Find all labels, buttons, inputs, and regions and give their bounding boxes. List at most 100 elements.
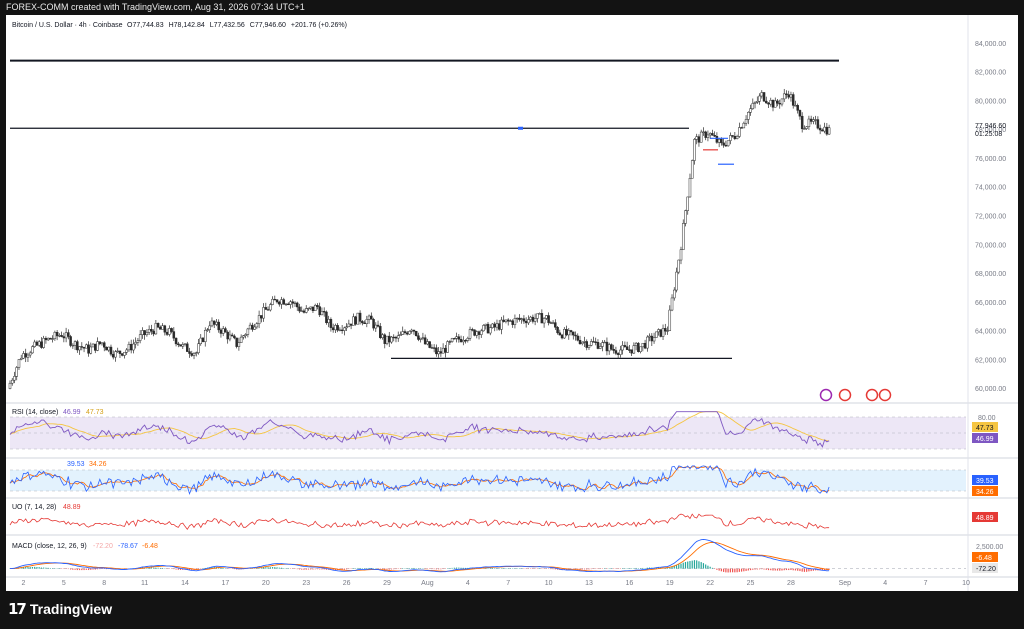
macd-title: MACD (close, 12, 26, 9) [12, 543, 87, 550]
candle-body [156, 323, 160, 328]
candle-body [37, 341, 41, 346]
rsi-badge-1: 47.73 [976, 425, 994, 432]
candle-body [192, 353, 196, 356]
candle-body [10, 379, 14, 384]
candle-body [706, 134, 710, 138]
candle-body [749, 108, 752, 113]
candle-body [731, 135, 734, 137]
macd-histogram-bar [222, 567, 224, 569]
candle-body [300, 310, 303, 312]
candle-body [228, 334, 232, 340]
candle-body [762, 92, 766, 102]
candle-body [282, 299, 286, 305]
macd-histogram-bar [316, 568, 319, 570]
candle-body [163, 325, 167, 333]
price-pane[interactable] [8, 59, 839, 390]
candle-body [264, 307, 268, 310]
chart-canvas[interactable]: 84,000.0082,000.0080,000.0078,000.0076,0… [6, 15, 1018, 591]
candle-body [280, 299, 283, 305]
macd-histogram-bar [458, 567, 460, 569]
candle-body [233, 335, 236, 339]
us-flag-icon-1[interactable] [838, 388, 852, 402]
candle-body [340, 329, 344, 331]
ohlc-open: 77,744.83 [132, 22, 163, 29]
us-flag-icon-3[interactable] [878, 388, 892, 402]
tradingview-brand: TradingView [29, 601, 113, 617]
candle-body [134, 342, 137, 345]
candle-body [558, 332, 562, 336]
candle-body [471, 329, 474, 331]
panel-separators [6, 15, 1018, 591]
candle-body [821, 129, 824, 132]
x-tick-label: 23 [302, 580, 310, 587]
macd-histogram-bar [799, 568, 801, 572]
x-tick-label: 14 [181, 580, 189, 587]
macd-histogram-bar [357, 567, 359, 569]
x-tick-label: 10 [545, 580, 553, 587]
macd-histogram-bar [31, 566, 34, 569]
ohlc-high: 78,142.84 [174, 22, 205, 29]
macd-histogram-bar [453, 567, 455, 569]
macd-histogram-bar [720, 568, 722, 572]
candle-body [794, 105, 797, 107]
candle-body [120, 353, 124, 356]
macd-histogram-bar [758, 568, 761, 570]
candle-body [210, 320, 214, 327]
macd-histogram-bar [87, 568, 90, 571]
crypto-event-icon[interactable] [819, 388, 833, 402]
macd-histogram-bar [785, 568, 788, 571]
candle-body [448, 341, 452, 343]
macd-histogram-bar [455, 567, 458, 569]
candle-body [702, 131, 705, 133]
x-tick-label: 4 [466, 580, 470, 587]
ohlc-low: 77,432.56 [214, 22, 245, 29]
candle-body [13, 376, 16, 381]
macd-histogram-bar [678, 564, 680, 569]
candle-body [174, 337, 178, 345]
candle-body [114, 351, 117, 358]
candle-body [464, 340, 467, 342]
event-icons[interactable] [819, 388, 892, 402]
candle-body [551, 322, 555, 324]
candle-body [201, 337, 205, 342]
macd-histogram-bar [296, 568, 298, 570]
candle-body [735, 136, 739, 139]
us-flag-icon-2[interactable] [865, 388, 879, 402]
macd-histogram-bar [716, 568, 718, 570]
candle-body [181, 344, 185, 347]
macd-histogram-bar [34, 566, 36, 569]
candle-body [322, 311, 326, 313]
candle-body [688, 178, 692, 198]
candle-body [78, 346, 81, 351]
macd-histogram-bar [92, 568, 94, 570]
candle-body [358, 312, 362, 322]
candle-body [773, 100, 777, 108]
candle-body [457, 336, 461, 340]
candle-body [675, 271, 678, 291]
candle-body [549, 322, 553, 324]
candle-body [242, 335, 245, 338]
tradingview-logo[interactable]: 17 TradingView [8, 600, 112, 618]
candle-body [450, 338, 454, 342]
candle-body [8, 382, 12, 389]
candle-body [197, 343, 200, 353]
macd-histogram-bar [806, 568, 808, 572]
candle-body [67, 332, 70, 337]
candle-body [778, 103, 781, 105]
macd-histogram-bar [738, 568, 740, 572]
candle-body [150, 329, 153, 332]
candle-body [42, 337, 45, 348]
macd-histogram-bar [803, 568, 806, 572]
macd-histogram-bar [233, 568, 236, 570]
candle-body [226, 331, 229, 340]
macd-histogram-bar [749, 568, 752, 571]
macd-histogram-bar [640, 568, 642, 569]
price-tick-label: 60,000.00 [975, 386, 1006, 393]
macd-histogram-bar [732, 568, 734, 573]
macd-histogram-bar [736, 568, 738, 573]
candle-body [441, 347, 445, 354]
candle-body [742, 122, 746, 129]
candle-body [91, 343, 95, 348]
footer-bar [0, 591, 1024, 629]
candle-body [295, 302, 299, 308]
